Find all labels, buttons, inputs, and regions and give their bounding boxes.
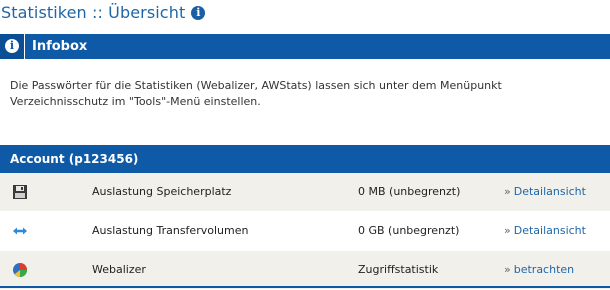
bottom-divider	[0, 286, 610, 288]
row-value: Zugriffstatistik	[358, 263, 439, 276]
account-header: Account (p123456)	[0, 145, 610, 173]
link-text[interactable]: Detailansicht	[514, 224, 586, 237]
link-text[interactable]: Detailansicht	[514, 185, 586, 198]
row-value: 0 MB (unbegrenzt)	[358, 185, 461, 198]
pie-chart-icon	[12, 262, 28, 278]
page-title-text: Statistiken :: Übersicht	[1, 3, 186, 22]
info-icon[interactable]: i	[191, 5, 206, 20]
account-table: Auslastung Speicherplatz 0 MB (unbegrenz…	[0, 173, 610, 290]
page-title: Statistiken :: Übersicht i	[1, 3, 206, 22]
link-prefix: »	[504, 185, 511, 198]
detail-link[interactable]: » Detailansicht	[504, 212, 586, 249]
link-prefix: »	[504, 224, 511, 237]
transfer-arrows-icon	[12, 223, 28, 239]
row-label: Auslastung Transfervolumen	[92, 224, 249, 237]
view-link[interactable]: » betrachten	[504, 251, 574, 288]
infobox-title: Infobox	[32, 39, 88, 54]
row-label: Auslastung Speicherplatz	[92, 185, 232, 198]
floppy-disk-icon	[12, 184, 28, 200]
row-label: Webalizer	[92, 263, 146, 276]
info-icon: i	[5, 39, 19, 53]
table-row: Auslastung Speicherplatz 0 MB (unbegrenz…	[0, 173, 610, 212]
link-text[interactable]: betrachten	[514, 263, 574, 276]
link-prefix: »	[504, 263, 511, 276]
row-value: 0 GB (unbegrenzt)	[358, 224, 460, 237]
detail-link[interactable]: » Detailansicht	[504, 173, 586, 210]
infobox-text: Die Passwörter für die Statistiken (Weba…	[10, 79, 502, 108]
account-title: Account (p123456)	[10, 152, 139, 166]
infobox-icon-tab: i	[0, 34, 25, 59]
table-row: Auslastung Transfervolumen 0 GB (unbegre…	[0, 212, 610, 251]
infobox-header: i Infobox	[0, 34, 610, 59]
table-row: Webalizer Zugriffstatistik » betrachten	[0, 251, 610, 290]
